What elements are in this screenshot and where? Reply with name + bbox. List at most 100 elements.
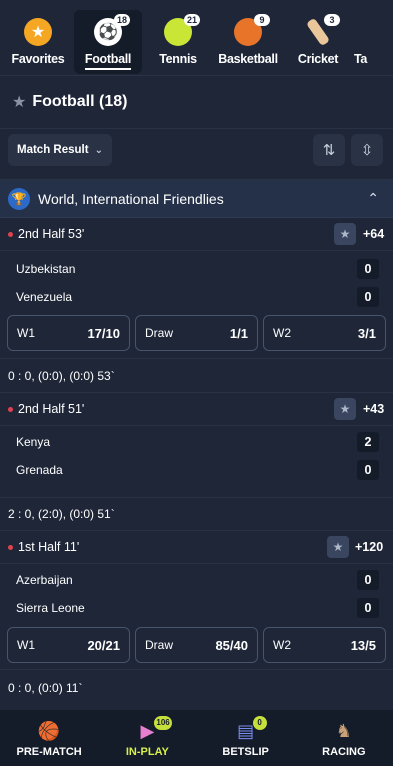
team-name: Sierra Leone [16,601,85,615]
tab-label: Cricket [297,52,339,66]
market-dropdown[interactable]: Match Result ⌄ [8,134,112,166]
team-row-away: Grenada 0 [0,457,393,483]
bottom-nav: 🏀 PRE-MATCH ▶ 106 IN-PLAY ▤ 0 BETSLIP ♞ … [0,710,393,766]
divider [0,425,393,426]
team-score: 0 [357,259,379,279]
live-indicator [8,544,13,550]
tab-cricket[interactable]: 3 Cricket [284,10,352,74]
count-badge: 21 [184,14,201,26]
more-markets-count[interactable]: +64 [363,227,384,241]
sports-tab-bar: ★ Favorites ⚽ 18 Football 21 Tennis 9 Ba… [0,0,393,76]
match-card[interactable]: 1st Half 11' ★ +120 Azerbaijan 0 Sierra … [0,531,393,705]
tab-label: Tennis [159,52,197,66]
tab-label: Basketball [218,52,278,66]
nav-pre-match[interactable]: 🏀 PRE-MATCH [4,710,94,766]
odds-value: 20/21 [87,637,120,653]
score-summary: 0 : 0, (0:0) 11` [8,681,83,695]
team-row-away: Venezuela 0 [0,284,393,310]
nav-label: BETSLIP [222,746,269,758]
favorite-star-icon[interactable]: ★ [327,536,349,558]
nav-label: RACING [322,746,366,758]
trophy-icon: 🏆 [8,187,30,210]
count-badge: 3 [324,14,340,26]
odds-button-w1[interactable]: W1 20/21 [7,627,130,663]
live-indicator [8,231,13,237]
score-summary: 0 : 0, (0:0), (0:0) 53` [8,369,115,383]
sort-icon: ⇅ [322,142,336,159]
tab-partial[interactable]: Ta [354,10,384,74]
more-markets-count[interactable]: +120 [355,540,383,554]
league-header[interactable]: 🏆 World, International Friendlies ⌃ [0,180,393,218]
match-time: 2nd Half 51' [18,402,85,416]
divider [0,563,393,564]
sports-balls-icon: 🏀 [37,721,61,741]
team-row-home: Azerbaijan 0 [0,567,393,593]
match-time: 1st Half 11' [18,540,80,554]
match-card[interactable]: 2nd Half 53' ★ +64 Uzbekistan 0 Venezuel… [0,218,393,392]
nav-label: IN-PLAY [125,746,169,758]
tab-basketball[interactable]: 9 Basketball [214,10,282,74]
chevron-down-icon: ⌄ [94,144,103,156]
team-row-home: Kenya 2 [0,429,393,455]
tab-favorites[interactable]: ★ Favorites [4,10,72,74]
odds-button-draw[interactable]: Draw 85/40 [135,627,258,663]
odds-value: 3/1 [357,325,376,341]
odds-value: 1/1 [229,325,248,341]
odds-label: Draw [145,326,174,340]
star-icon[interactable]: ★ [12,92,26,112]
nav-racing[interactable]: ♞ RACING [299,710,389,766]
collapse-all-button[interactable]: ⇳ [351,134,383,166]
odds-label: W2 [273,326,291,340]
team-score: 0 [357,460,379,480]
team-row-home: Uzbekistan 0 [0,256,393,282]
odds-button-draw[interactable]: Draw 1/1 [135,315,258,351]
divider [0,497,393,498]
team-row-away: Sierra Leone 0 [0,595,393,621]
more-markets-count[interactable]: +43 [363,402,384,416]
live-play-icon: ▶ [140,721,155,741]
team-name: Venezuela [16,290,73,304]
tab-football[interactable]: ⚽ 18 Football [74,10,142,74]
star-icon: ★ [24,18,52,46]
tab-label: Favorites [11,52,65,66]
chevron-up-icon[interactable]: ⌃ [367,190,379,207]
odds-button-w1[interactable]: W1 17/10 [7,315,130,351]
market-dropdown-label: Match Result [17,144,89,156]
odds-label: W1 [17,638,35,652]
sort-button[interactable]: ⇅ [313,134,345,166]
tab-label: Ta [354,52,368,66]
odds-value: 85/40 [215,637,248,653]
nav-badge: 106 [154,716,172,730]
filter-row: Match Result ⌄ ⇅ ⇳ [0,128,393,180]
nav-label: PRE-MATCH [16,746,82,758]
partial-icon [354,18,382,46]
horse-icon: ♞ [335,721,352,741]
count-badge: 9 [254,14,270,26]
nav-in-play[interactable]: ▶ 106 IN-PLAY [102,710,192,766]
page-header: ★ Football (18) [0,80,393,124]
team-score: 0 [357,570,379,590]
live-indicator [8,406,13,412]
tab-tennis[interactable]: 21 Tennis [144,10,212,74]
favorite-star-icon[interactable]: ★ [334,223,356,245]
match-card[interactable]: 2nd Half 51' ★ +43 Kenya 2 Grenada 0 2 :… [0,393,393,529]
team-score: 2 [357,432,379,452]
league-name: World, International Friendlies [38,190,224,207]
nav-betslip[interactable]: ▤ 0 BETSLIP [201,710,291,766]
divider [0,358,393,359]
collapse-icon: ⇳ [360,142,374,159]
score-summary: 2 : 0, (2:0), (0:0) 51` [8,507,115,521]
match-time: 2nd Half 53' [18,227,85,241]
odds-row: W1 20/21 Draw 85/40 W2 13/5 [7,627,386,663]
favorite-star-icon[interactable]: ★ [334,398,356,420]
odds-row: W1 17/10 Draw 1/1 W2 3/1 [7,315,386,351]
divider [0,669,393,670]
divider [0,250,393,251]
odds-label: Draw [145,638,174,652]
odds-value: 17/10 [87,325,120,341]
odds-button-w2[interactable]: W2 13/5 [263,627,386,663]
page-title: Football (18) [32,93,128,110]
odds-label: W1 [17,326,35,340]
odds-button-w2[interactable]: W2 3/1 [263,315,386,351]
betslip-icon: ▤ [237,721,255,741]
